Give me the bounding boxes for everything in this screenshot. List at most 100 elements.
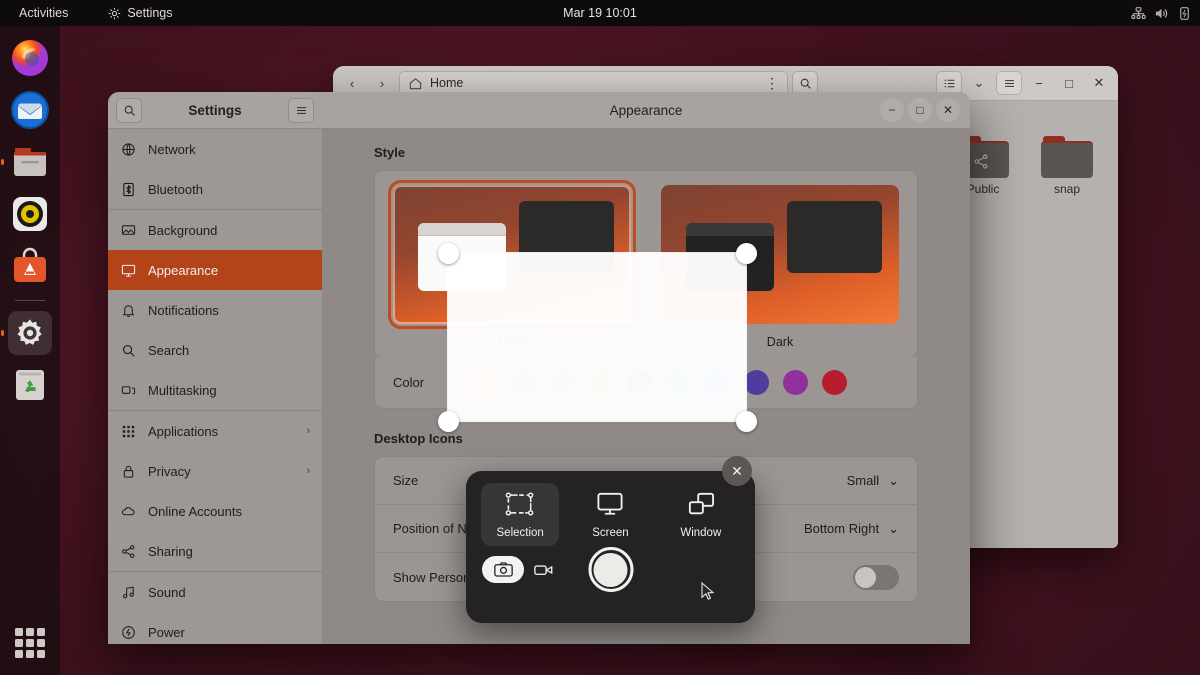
sidebar-item-label: Bluetooth bbox=[148, 181, 203, 197]
sidebar-item-search[interactable]: Search bbox=[108, 330, 322, 370]
battery-icon bbox=[1180, 6, 1189, 20]
sidebar-item-bluetooth[interactable]: Bluetooth bbox=[108, 169, 322, 209]
color-swatch-emerald[interactable] bbox=[627, 370, 652, 395]
settings-maximize-button[interactable]: □ bbox=[908, 98, 932, 122]
color-swatch-olive[interactable] bbox=[510, 370, 535, 395]
color-swatch-blue[interactable] bbox=[705, 370, 730, 395]
color-swatch-orange[interactable] bbox=[466, 365, 501, 400]
sidebar-item-online-accounts[interactable]: Online Accounts bbox=[108, 491, 322, 531]
dock-item-thunderbird[interactable] bbox=[8, 88, 52, 132]
files-minimize-button[interactable]: − bbox=[1026, 71, 1052, 95]
sidebar-item-label: Network bbox=[148, 141, 196, 157]
mode-label: Selection bbox=[496, 527, 544, 539]
network-icon bbox=[120, 141, 137, 158]
show-applications-button[interactable] bbox=[12, 625, 48, 661]
sidebar-item-privacy[interactable]: Privacy › bbox=[108, 451, 322, 491]
hamburger-icon[interactable] bbox=[288, 97, 314, 123]
color-swatch-red[interactable] bbox=[822, 370, 847, 395]
capture-kind-toggle bbox=[482, 556, 558, 583]
size-dropdown[interactable]: Small ⌄ bbox=[847, 473, 899, 489]
sidebar-item-background[interactable]: Background bbox=[108, 210, 322, 250]
sidebar-item-applications[interactable]: Applications › bbox=[108, 411, 322, 451]
path-label: Home bbox=[430, 76, 464, 90]
style-card: Light Dark bbox=[374, 170, 918, 358]
activities-label: Activities bbox=[19, 6, 69, 20]
mode-selection[interactable]: Selection bbox=[481, 483, 560, 546]
lock-icon bbox=[120, 463, 137, 480]
mode-window[interactable]: Window bbox=[662, 483, 740, 546]
vertical-dots-icon[interactable]: ⋮ bbox=[765, 76, 779, 90]
share-icon bbox=[120, 543, 137, 560]
network-icon bbox=[1131, 6, 1146, 19]
color-swatch-indigo[interactable] bbox=[744, 370, 769, 395]
chevron-down-icon: ⌄ bbox=[888, 520, 899, 536]
chevron-down-icon: ⌄ bbox=[888, 472, 899, 488]
sidebar-item-appearance[interactable]: Appearance bbox=[108, 250, 322, 290]
search-icon[interactable] bbox=[116, 97, 142, 123]
dock-item-settings[interactable] bbox=[8, 311, 52, 355]
video-camera-icon[interactable] bbox=[528, 556, 558, 583]
sound-icon bbox=[120, 584, 137, 601]
color-swatch-green[interactable] bbox=[588, 370, 613, 395]
file-item-snap[interactable]: snap bbox=[1031, 136, 1103, 196]
mode-screen[interactable]: Screen bbox=[571, 483, 649, 546]
background-icon bbox=[120, 222, 137, 239]
color-swatch-list bbox=[466, 365, 847, 400]
style-option-light[interactable]: Light bbox=[388, 180, 636, 349]
sidebar-item-multitasking[interactable]: Multitasking bbox=[108, 370, 322, 410]
trash-icon bbox=[16, 370, 44, 400]
color-swatch-teal[interactable] bbox=[666, 370, 691, 395]
sidebar-item-label: Privacy bbox=[148, 463, 191, 479]
sidebar-item-label: Background bbox=[148, 222, 218, 238]
thunderbird-icon bbox=[11, 91, 49, 129]
sidebar-item-sharing[interactable]: Sharing bbox=[108, 531, 322, 571]
capture-button[interactable] bbox=[588, 547, 633, 592]
window-controls: − □ ✕ bbox=[880, 98, 960, 122]
dock-item-files[interactable] bbox=[8, 140, 52, 184]
color-card: Color bbox=[374, 357, 918, 409]
files-icon bbox=[14, 148, 46, 176]
sidebar-item-power[interactable]: Power bbox=[108, 612, 322, 644]
sidebar-item-label: Notifications bbox=[148, 302, 219, 318]
sidebar-item-label: Multitasking bbox=[148, 382, 217, 398]
settings-sidebar-header: Settings bbox=[108, 92, 322, 129]
files-close-button[interactable]: ✕ bbox=[1086, 71, 1112, 95]
show-personal-folder-toggle[interactable] bbox=[853, 564, 899, 590]
color-swatch-slate-green[interactable] bbox=[549, 370, 574, 395]
bluetooth-icon bbox=[120, 181, 137, 198]
activities-button[interactable]: Activities bbox=[10, 3, 77, 23]
sidebar-item-network[interactable]: Network bbox=[108, 129, 322, 169]
style-option-dark[interactable]: Dark bbox=[661, 185, 899, 349]
hamburger-icon[interactable] bbox=[996, 71, 1022, 95]
dock-item-trash[interactable] bbox=[8, 363, 52, 407]
appearance-icon bbox=[120, 262, 137, 279]
row-label: Size bbox=[393, 473, 419, 488]
chevron-right-icon: › bbox=[306, 425, 310, 437]
sidebar-item-label: Power bbox=[148, 624, 185, 640]
dock-item-rhythmbox[interactable] bbox=[8, 192, 52, 236]
color-swatch-purple[interactable] bbox=[783, 370, 808, 395]
style-option-label: Dark bbox=[766, 335, 794, 349]
dock-item-ubuntu-software[interactable] bbox=[8, 244, 52, 288]
files-maximize-button[interactable]: □ bbox=[1056, 71, 1082, 95]
style-option-label: Light bbox=[498, 335, 526, 349]
power-icon bbox=[120, 624, 137, 641]
sidebar-item-label: Sharing bbox=[148, 543, 193, 559]
settings-minimize-button[interactable]: − bbox=[880, 98, 904, 122]
sidebar-item-label: Appearance bbox=[148, 262, 219, 278]
color-label: Color bbox=[393, 375, 425, 390]
sidebar-item-label: Search bbox=[148, 342, 190, 358]
system-indicators[interactable] bbox=[1131, 6, 1192, 21]
app-menu-button[interactable]: Settings bbox=[99, 3, 181, 23]
position-dropdown[interactable]: Bottom Right ⌄ bbox=[804, 521, 899, 537]
light-theme-preview bbox=[388, 180, 636, 329]
settings-close-button[interactable]: ✕ bbox=[936, 98, 960, 122]
sidebar-item-notifications[interactable]: Notifications bbox=[108, 290, 322, 330]
camera-icon[interactable] bbox=[482, 556, 524, 583]
top-bar: Activities Settings Mar 19 10:01 bbox=[0, 0, 1200, 26]
dock-item-firefox[interactable] bbox=[8, 36, 52, 80]
sidebar-item-sound[interactable]: Sound bbox=[108, 572, 322, 612]
window-icon bbox=[686, 491, 716, 520]
close-screenshot-button[interactable]: ✕ bbox=[722, 456, 752, 486]
preview-front-window bbox=[418, 223, 506, 291]
